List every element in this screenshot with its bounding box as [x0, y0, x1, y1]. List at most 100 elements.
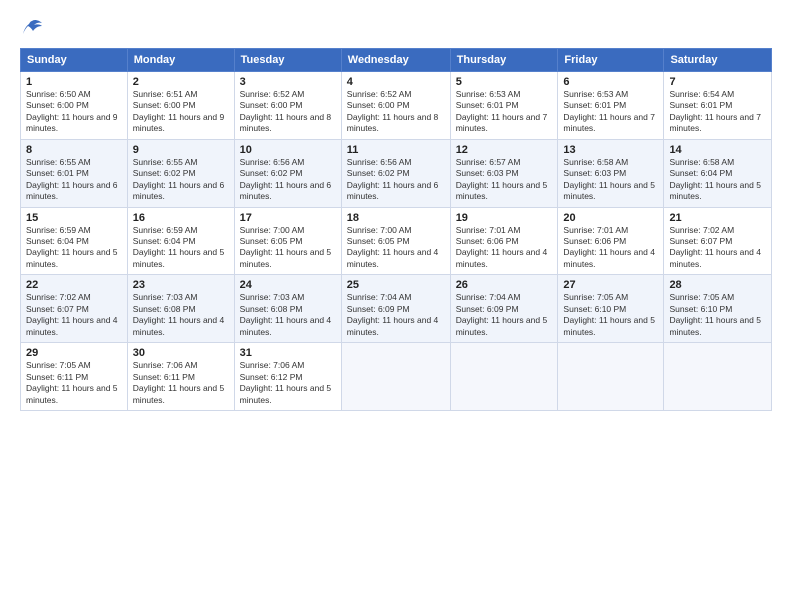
day-info: Sunrise: 7:06 AM Sunset: 6:11 PM Dayligh… — [133, 360, 229, 406]
day-number: 11 — [347, 144, 445, 156]
day-number: 26 — [456, 279, 553, 291]
calendar-cell: 6 Sunrise: 6:53 AM Sunset: 6:01 PM Dayli… — [558, 71, 664, 139]
calendar-cell: 7 Sunrise: 6:54 AM Sunset: 6:01 PM Dayli… — [664, 71, 772, 139]
weekday-header-thursday: Thursday — [450, 48, 558, 71]
calendar-cell: 31 Sunrise: 7:06 AM Sunset: 6:12 PM Dayl… — [234, 343, 341, 411]
calendar-cell: 17 Sunrise: 7:00 AM Sunset: 6:05 PM Dayl… — [234, 207, 341, 275]
day-number: 24 — [240, 279, 336, 291]
day-number: 18 — [347, 212, 445, 224]
calendar-cell: 16 Sunrise: 6:59 AM Sunset: 6:04 PM Dayl… — [127, 207, 234, 275]
day-number: 17 — [240, 212, 336, 224]
calendar-cell: 28 Sunrise: 7:05 AM Sunset: 6:10 PM Dayl… — [664, 275, 772, 343]
day-info: Sunrise: 6:52 AM Sunset: 6:00 PM Dayligh… — [240, 89, 336, 135]
day-info: Sunrise: 6:54 AM Sunset: 6:01 PM Dayligh… — [669, 89, 766, 135]
weekday-header-sunday: Sunday — [21, 48, 128, 71]
day-number: 15 — [26, 212, 122, 224]
weekday-header-tuesday: Tuesday — [234, 48, 341, 71]
day-number: 23 — [133, 279, 229, 291]
day-info: Sunrise: 7:00 AM Sunset: 6:05 PM Dayligh… — [347, 225, 445, 271]
weekday-header-friday: Friday — [558, 48, 664, 71]
calendar-cell: 13 Sunrise: 6:58 AM Sunset: 6:03 PM Dayl… — [558, 139, 664, 207]
day-number: 20 — [563, 212, 658, 224]
day-info: Sunrise: 7:03 AM Sunset: 6:08 PM Dayligh… — [240, 292, 336, 338]
day-number: 27 — [563, 279, 658, 291]
calendar-cell: 22 Sunrise: 7:02 AM Sunset: 6:07 PM Dayl… — [21, 275, 128, 343]
calendar-cell: 4 Sunrise: 6:52 AM Sunset: 6:00 PM Dayli… — [341, 71, 450, 139]
day-number: 2 — [133, 76, 229, 88]
calendar-cell — [558, 343, 664, 411]
day-info: Sunrise: 6:58 AM Sunset: 6:03 PM Dayligh… — [563, 157, 658, 203]
day-info: Sunrise: 6:58 AM Sunset: 6:04 PM Dayligh… — [669, 157, 766, 203]
day-info: Sunrise: 7:01 AM Sunset: 6:06 PM Dayligh… — [563, 225, 658, 271]
day-number: 16 — [133, 212, 229, 224]
calendar-cell: 20 Sunrise: 7:01 AM Sunset: 6:06 PM Dayl… — [558, 207, 664, 275]
calendar-cell: 12 Sunrise: 6:57 AM Sunset: 6:03 PM Dayl… — [450, 139, 558, 207]
day-info: Sunrise: 6:56 AM Sunset: 6:02 PM Dayligh… — [347, 157, 445, 203]
day-info: Sunrise: 6:52 AM Sunset: 6:00 PM Dayligh… — [347, 89, 445, 135]
calendar-table: SundayMondayTuesdayWednesdayThursdayFrid… — [20, 48, 772, 411]
calendar-cell: 27 Sunrise: 7:05 AM Sunset: 6:10 PM Dayl… — [558, 275, 664, 343]
calendar-cell: 19 Sunrise: 7:01 AM Sunset: 6:06 PM Dayl… — [450, 207, 558, 275]
calendar-cell: 25 Sunrise: 7:04 AM Sunset: 6:09 PM Dayl… — [341, 275, 450, 343]
calendar-cell: 10 Sunrise: 6:56 AM Sunset: 6:02 PM Dayl… — [234, 139, 341, 207]
day-info: Sunrise: 6:51 AM Sunset: 6:00 PM Dayligh… — [133, 89, 229, 135]
day-number: 9 — [133, 144, 229, 156]
day-info: Sunrise: 7:04 AM Sunset: 6:09 PM Dayligh… — [456, 292, 553, 338]
day-number: 13 — [563, 144, 658, 156]
calendar-cell — [664, 343, 772, 411]
calendar-cell: 30 Sunrise: 7:06 AM Sunset: 6:11 PM Dayl… — [127, 343, 234, 411]
weekday-header-saturday: Saturday — [664, 48, 772, 71]
logo — [20, 18, 43, 38]
day-number: 31 — [240, 347, 336, 359]
day-info: Sunrise: 7:01 AM Sunset: 6:06 PM Dayligh… — [456, 225, 553, 271]
day-number: 30 — [133, 347, 229, 359]
day-info: Sunrise: 6:56 AM Sunset: 6:02 PM Dayligh… — [240, 157, 336, 203]
calendar-cell: 23 Sunrise: 7:03 AM Sunset: 6:08 PM Dayl… — [127, 275, 234, 343]
day-number: 12 — [456, 144, 553, 156]
calendar-cell — [341, 343, 450, 411]
calendar-cell: 5 Sunrise: 6:53 AM Sunset: 6:01 PM Dayli… — [450, 71, 558, 139]
day-info: Sunrise: 7:03 AM Sunset: 6:08 PM Dayligh… — [133, 292, 229, 338]
day-number: 10 — [240, 144, 336, 156]
calendar-cell: 24 Sunrise: 7:03 AM Sunset: 6:08 PM Dayl… — [234, 275, 341, 343]
day-info: Sunrise: 6:59 AM Sunset: 6:04 PM Dayligh… — [26, 225, 122, 271]
day-number: 25 — [347, 279, 445, 291]
day-number: 5 — [456, 76, 553, 88]
day-info: Sunrise: 7:00 AM Sunset: 6:05 PM Dayligh… — [240, 225, 336, 271]
day-info: Sunrise: 7:05 AM Sunset: 6:10 PM Dayligh… — [563, 292, 658, 338]
day-info: Sunrise: 6:50 AM Sunset: 6:00 PM Dayligh… — [26, 89, 122, 135]
calendar-cell: 11 Sunrise: 6:56 AM Sunset: 6:02 PM Dayl… — [341, 139, 450, 207]
day-info: Sunrise: 6:59 AM Sunset: 6:04 PM Dayligh… — [133, 225, 229, 271]
calendar-cell: 14 Sunrise: 6:58 AM Sunset: 6:04 PM Dayl… — [664, 139, 772, 207]
calendar-cell: 26 Sunrise: 7:04 AM Sunset: 6:09 PM Dayl… — [450, 275, 558, 343]
day-info: Sunrise: 6:55 AM Sunset: 6:01 PM Dayligh… — [26, 157, 122, 203]
logo-bird-icon — [21, 19, 43, 37]
day-info: Sunrise: 7:06 AM Sunset: 6:12 PM Dayligh… — [240, 360, 336, 406]
day-number: 3 — [240, 76, 336, 88]
day-info: Sunrise: 6:57 AM Sunset: 6:03 PM Dayligh… — [456, 157, 553, 203]
header — [20, 18, 772, 38]
day-info: Sunrise: 6:55 AM Sunset: 6:02 PM Dayligh… — [133, 157, 229, 203]
day-info: Sunrise: 6:53 AM Sunset: 6:01 PM Dayligh… — [563, 89, 658, 135]
calendar-cell: 29 Sunrise: 7:05 AM Sunset: 6:11 PM Dayl… — [21, 343, 128, 411]
weekday-header-monday: Monday — [127, 48, 234, 71]
calendar-cell: 1 Sunrise: 6:50 AM Sunset: 6:00 PM Dayli… — [21, 71, 128, 139]
calendar-cell: 18 Sunrise: 7:00 AM Sunset: 6:05 PM Dayl… — [341, 207, 450, 275]
day-number: 6 — [563, 76, 658, 88]
calendar-cell: 15 Sunrise: 6:59 AM Sunset: 6:04 PM Dayl… — [21, 207, 128, 275]
day-number: 1 — [26, 76, 122, 88]
day-info: Sunrise: 7:02 AM Sunset: 6:07 PM Dayligh… — [26, 292, 122, 338]
day-info: Sunrise: 7:02 AM Sunset: 6:07 PM Dayligh… — [669, 225, 766, 271]
day-number: 28 — [669, 279, 766, 291]
calendar-cell — [450, 343, 558, 411]
calendar-cell: 2 Sunrise: 6:51 AM Sunset: 6:00 PM Dayli… — [127, 71, 234, 139]
day-number: 4 — [347, 76, 445, 88]
calendar-cell: 21 Sunrise: 7:02 AM Sunset: 6:07 PM Dayl… — [664, 207, 772, 275]
day-number: 19 — [456, 212, 553, 224]
day-number: 21 — [669, 212, 766, 224]
day-info: Sunrise: 7:05 AM Sunset: 6:10 PM Dayligh… — [669, 292, 766, 338]
day-number: 29 — [26, 347, 122, 359]
day-info: Sunrise: 7:04 AM Sunset: 6:09 PM Dayligh… — [347, 292, 445, 338]
calendar-cell: 8 Sunrise: 6:55 AM Sunset: 6:01 PM Dayli… — [21, 139, 128, 207]
day-number: 8 — [26, 144, 122, 156]
